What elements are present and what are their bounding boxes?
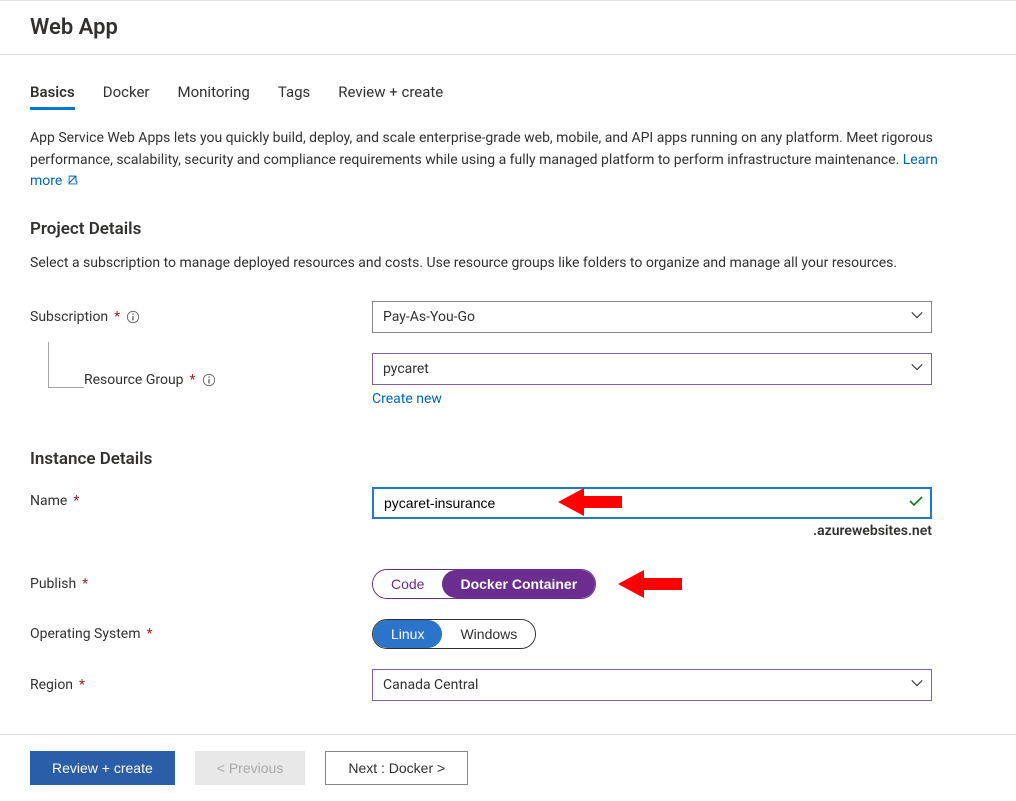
review-create-button[interactable]: Review + create [30, 751, 175, 785]
os-option-linux[interactable]: Linux [373, 620, 442, 648]
region-select[interactable]: Canada Central [372, 669, 932, 701]
section-project-details-title: Project Details [30, 219, 986, 239]
tab-monitoring[interactable]: Monitoring [177, 77, 249, 110]
tab-basics[interactable]: Basics [30, 77, 75, 110]
check-icon [908, 493, 924, 513]
domain-suffix: .azurewebsites.net [372, 523, 932, 539]
row-os: Operating System * Linux Windows [30, 619, 986, 649]
region-label: Region [30, 677, 73, 693]
required-asterisk: * [73, 493, 79, 509]
row-subscription: Subscription * Pay-As-You-Go [30, 301, 986, 333]
os-toggle: Linux Windows [372, 619, 536, 649]
intro-paragraph: App Service Web Apps lets you quickly bu… [30, 128, 970, 193]
required-asterisk: * [190, 372, 196, 388]
name-input[interactable] [372, 487, 932, 519]
required-asterisk: * [82, 576, 88, 592]
row-publish: Publish * Code Docker Container [30, 569, 986, 599]
section-instance-details-title: Instance Details [30, 449, 986, 469]
subscription-select[interactable]: Pay-As-You-Go [372, 301, 932, 333]
publish-label: Publish [30, 576, 76, 592]
tab-docker[interactable]: Docker [103, 77, 150, 110]
annotation-arrow [618, 567, 682, 601]
tab-bar: Basics Docker Monitoring Tags Review + c… [30, 77, 986, 110]
name-label: Name [30, 493, 67, 509]
row-resource-group: Resource Group * pycaret Create new [30, 353, 986, 407]
resource-group-select[interactable]: pycaret [372, 353, 932, 385]
section-project-details-subtitle: Select a subscription to manage deployed… [30, 253, 970, 275]
os-option-windows[interactable]: Windows [442, 620, 535, 648]
next-button[interactable]: Next : Docker > [325, 751, 468, 785]
connector-line [48, 342, 84, 388]
os-label: Operating System [30, 626, 141, 642]
create-new-link[interactable]: Create new [372, 391, 442, 407]
subscription-label: Subscription [30, 309, 108, 325]
publish-toggle: Code Docker Container [372, 569, 596, 599]
info-icon[interactable] [126, 310, 140, 324]
info-icon[interactable] [202, 373, 216, 387]
publish-option-docker[interactable]: Docker Container [442, 570, 595, 598]
row-name: Name * .azurewebsites.net [30, 487, 986, 539]
required-asterisk: * [79, 677, 85, 693]
page-header: Web App [0, 0, 1016, 55]
publish-option-code[interactable]: Code [373, 570, 442, 598]
page-title: Web App [30, 15, 1016, 40]
previous-button: < Previous [195, 751, 306, 785]
intro-text: App Service Web Apps lets you quickly bu… [30, 130, 933, 168]
tab-tags[interactable]: Tags [278, 77, 310, 110]
resource-group-label: Resource Group [84, 372, 184, 388]
footer-bar: Review + create < Previous Next : Docker… [0, 734, 1016, 801]
row-region: Region * Canada Central [30, 669, 986, 701]
required-asterisk: * [114, 309, 120, 325]
tab-review-create[interactable]: Review + create [338, 77, 443, 110]
external-link-icon [66, 173, 80, 187]
required-asterisk: * [147, 626, 153, 642]
